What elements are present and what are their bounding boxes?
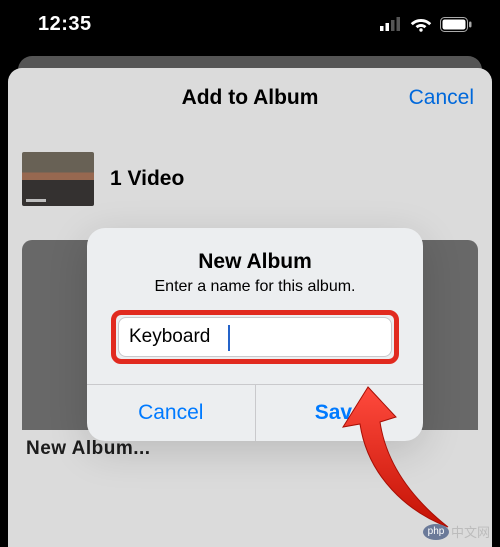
- alert-body: New Album Enter a name for this album.: [87, 228, 423, 384]
- cellular-icon: [380, 17, 402, 31]
- status-right: [380, 16, 472, 32]
- battery-icon: [440, 17, 472, 32]
- alert-save-button[interactable]: Save: [255, 385, 424, 441]
- alert-cancel-button[interactable]: Cancel: [87, 385, 255, 441]
- alert-message: Enter a name for this album.: [105, 278, 405, 296]
- alert-button-row: Cancel Save: [87, 384, 423, 441]
- screen: 12:35 Add to Album Cancel 1 Video New Al…: [0, 0, 500, 547]
- wifi-icon: [410, 16, 432, 32]
- new-album-alert: New Album Enter a name for this album. C…: [87, 228, 423, 441]
- album-name-input[interactable]: [118, 317, 392, 357]
- text-caret: [228, 325, 230, 351]
- watermark: php 中文网: [423, 522, 490, 541]
- alert-title: New Album: [105, 250, 405, 274]
- status-bar: 12:35: [0, 0, 500, 48]
- watermark-text: 中文网: [451, 522, 490, 541]
- add-to-album-sheet: Add to Album Cancel 1 Video New Album...…: [8, 68, 492, 547]
- watermark-logo: php: [423, 524, 449, 540]
- status-time: 12:35: [38, 13, 92, 36]
- alert-input-highlight: [111, 310, 399, 364]
